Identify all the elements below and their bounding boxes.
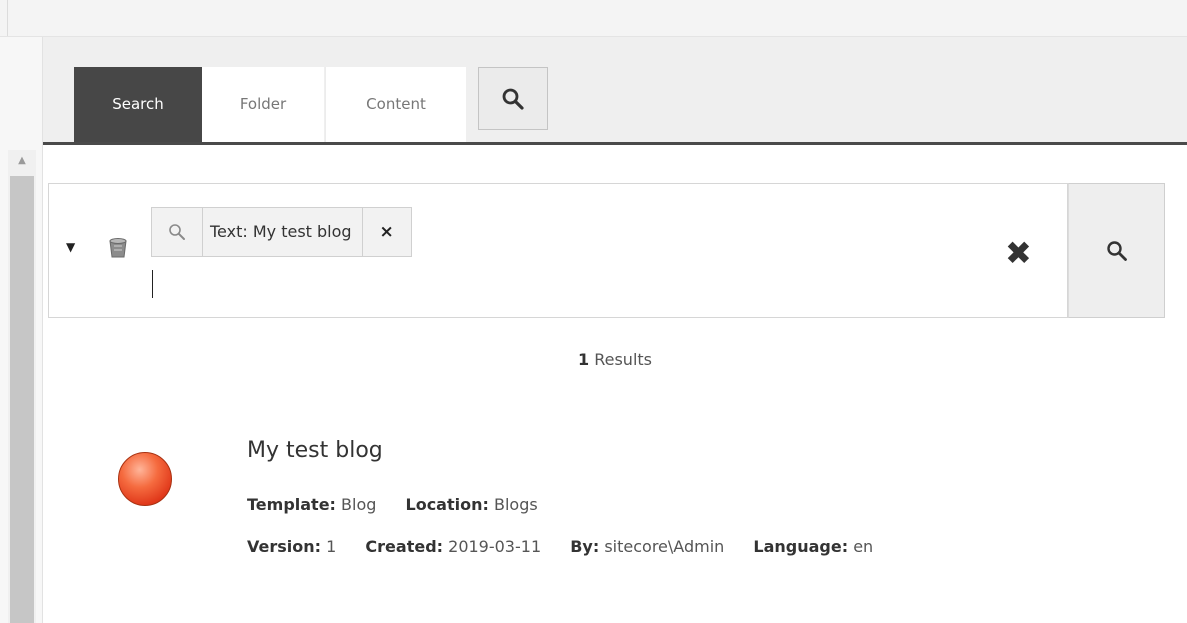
meta-location: Location: Blogs — [405, 495, 538, 514]
scroll-thumb[interactable] — [10, 176, 34, 623]
search-icon — [1106, 240, 1127, 261]
search-submit-button[interactable] — [1068, 183, 1165, 318]
results-count-label: Results — [589, 350, 652, 369]
clear-search-button[interactable]: ✖ — [1005, 237, 1032, 269]
result-meta-line: Template: Blog Location: Blogs — [247, 495, 562, 514]
meta-by: By: sitecore\Admin — [570, 537, 725, 556]
tab-content[interactable]: Content — [325, 67, 466, 142]
red-circle-icon — [118, 452, 172, 506]
meta-created: Created: 2019-03-11 — [365, 537, 542, 556]
result-title[interactable]: My test blog — [247, 438, 383, 463]
meta-version: Version: 1 — [247, 537, 337, 556]
vertical-scrollbar[interactable]: ▲ — [8, 150, 36, 623]
tab-search[interactable]: Search — [74, 67, 202, 142]
scroll-up-arrow-icon[interactable]: ▲ — [8, 150, 36, 172]
result-meta-line: Version: 1 Created: 2019-03-11 By: sitec… — [247, 537, 897, 556]
caret-down-icon[interactable]: ▼ — [66, 240, 75, 254]
tab-bar-underline — [43, 142, 1187, 145]
results-count-number: 1 — [578, 350, 590, 369]
remove-chip-button[interactable]: × — [363, 208, 411, 256]
meta-template: Template: Blog — [247, 495, 377, 514]
search-icon — [152, 208, 203, 256]
results-count: 1 Results — [43, 350, 1187, 369]
search-input[interactable] — [156, 266, 980, 304]
search-filter-chip: Text: My test blog × — [151, 207, 412, 257]
search-icon — [502, 88, 524, 110]
tab-search-button[interactable] — [478, 67, 548, 130]
text-cursor — [152, 270, 153, 298]
toolbar-divider — [0, 0, 8, 36]
top-toolbar-strip — [0, 0, 1187, 37]
database-icon[interactable] — [108, 237, 128, 259]
meta-language: Language: en — [753, 537, 874, 556]
chip-label: Text: My test blog — [203, 208, 363, 256]
tab-folder[interactable]: Folder — [202, 67, 324, 142]
